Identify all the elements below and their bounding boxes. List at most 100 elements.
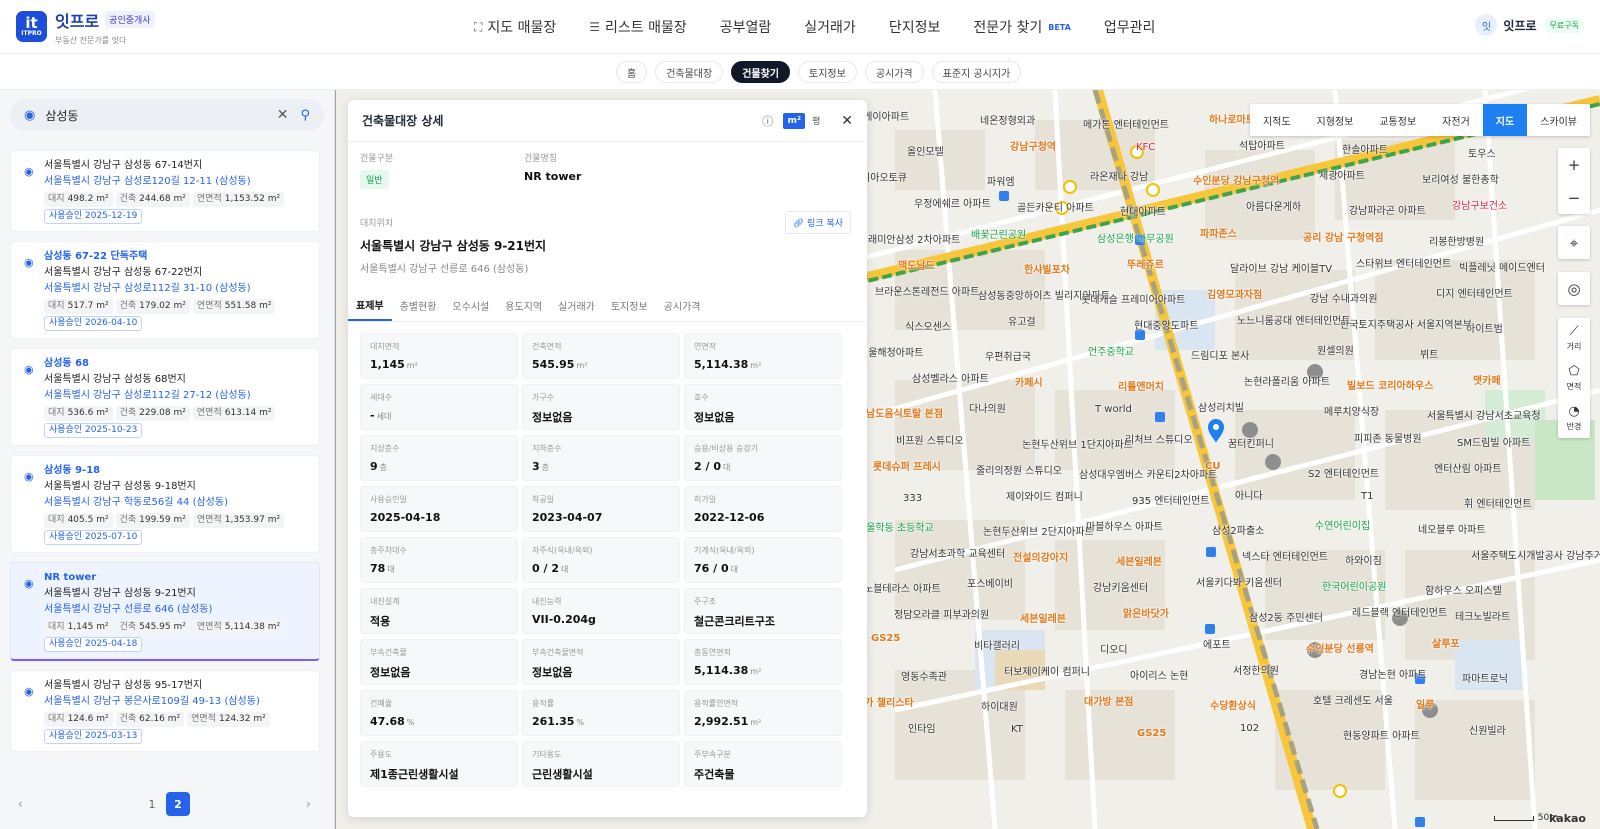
- map-poi-label[interactable]: 카페시: [1015, 374, 1043, 389]
- map-poi-label[interactable]: 뚜레쥬르: [1127, 256, 1164, 271]
- map-poi-label[interactable]: 석탑아파트: [1239, 137, 1285, 152]
- map-poi-label[interactable]: 아이리스 논현: [1130, 667, 1188, 682]
- map-poi-label[interactable]: 세븐일레븐: [1020, 610, 1066, 625]
- map-poi-label[interactable]: T1: [1361, 491, 1373, 502]
- map-poi-label[interactable]: 현대중앙도파트: [1134, 317, 1198, 332]
- map-poi-label[interactable]: 한샤빌포차: [1024, 261, 1070, 276]
- map-poi-label[interactable]: 파파존스: [1200, 225, 1237, 240]
- map-poi-label[interactable]: 빌보드 코리아하우스: [1347, 377, 1433, 392]
- map-poi-label[interactable]: 배꽃근린공원: [971, 226, 1026, 241]
- detail-tab[interactable]: 표제부: [348, 290, 392, 321]
- map-poi-label[interactable]: 리처브 스튜디오: [1125, 431, 1193, 446]
- map-poi-label[interactable]: 꿈터킨퍼니: [1228, 435, 1274, 450]
- map-poi-label[interactable]: 노블테라스 아파트: [864, 580, 941, 595]
- map-poi-label[interactable]: 강남 수내과의원: [1310, 290, 1378, 305]
- map-poi-label[interactable]: CU: [1205, 461, 1220, 472]
- map-poi-label[interactable]: 롯데캐슬 프레미어아파트: [1081, 291, 1185, 306]
- zoom-in-button[interactable]: +: [1558, 148, 1590, 181]
- map-poi-label[interactable]: 식스오센스: [905, 318, 951, 333]
- map-poi-label[interactable]: 골든카운티 아파트: [1017, 199, 1094, 214]
- area-tool[interactable]: ⬠ 면적: [1558, 358, 1590, 398]
- unit-pyeong-button[interactable]: 평: [805, 113, 827, 129]
- result-road-address[interactable]: 서울특별시 강남구 선릉로 646 (삼성동): [44, 602, 309, 618]
- map-poi-label[interactable]: 935 엔터테인먼트: [1132, 492, 1209, 507]
- subnav-public-price[interactable]: 공시가격: [864, 61, 924, 83]
- map-poi-label[interactable]: 삼성대우엠버스 카운티2차아파트: [1079, 466, 1217, 481]
- map-poi-label[interactable]: 올인모텔: [907, 143, 944, 158]
- map-poi-label[interactable]: 언주중학교: [1088, 343, 1134, 358]
- map-type-button[interactable]: 지적도: [1250, 104, 1304, 136]
- radius-tool[interactable]: ◔ 반경: [1558, 398, 1590, 438]
- map-poi-label[interactable]: 인타임: [908, 720, 936, 735]
- map-poi-label[interactable]: 뷔트: [1420, 346, 1438, 361]
- result-road-address[interactable]: 서울특별시 강남구 봉은사로109길 49-13 (삼성동): [44, 694, 309, 710]
- logo[interactable]: it ITPRO 잇프로 공인중개사 부동산 전문가를 잇다: [16, 8, 316, 46]
- result-title[interactable]: 삼성동 67-22 단독주택: [44, 249, 309, 265]
- map-poi-label[interactable]: 일루: [1416, 696, 1434, 711]
- map-poi-label[interactable]: 아름다운게하: [1246, 198, 1301, 213]
- result-card[interactable]: ◉ 삼성동 67-22 단독주택 서울특별시 강남구 삼성동 67-22번지 서울특별…: [10, 241, 320, 339]
- map-poi-label[interactable]: 스타위브 엔터테인먼트: [1356, 255, 1451, 270]
- map-poi-label[interactable]: 유고걸: [1008, 313, 1036, 328]
- map-poi-label[interactable]: 네온정형외과: [980, 112, 1035, 127]
- map-poi-label[interactable]: 메가톤 엔터테인먼트: [1083, 116, 1169, 131]
- map-poi-label[interactable]: 제이와이드 컴퍼니: [1006, 488, 1083, 503]
- map-poi-label[interactable]: 휘 엔터테인먼트: [1464, 495, 1532, 510]
- map-poi-label[interactable]: 브라운스톤레전드 아파트: [875, 283, 979, 298]
- map-poi-label[interactable]: 서울학동 초등학교: [857, 519, 934, 534]
- subnav-building-search[interactable]: 건물찾기: [731, 61, 791, 83]
- page-2[interactable]: 2: [166, 792, 190, 816]
- map-poi-label[interactable]: 세븐일레븐: [1116, 553, 1162, 568]
- map-poi-label[interactable]: 보리여성 불한총학: [1422, 171, 1499, 186]
- result-card[interactable]: ◉ NR tower 서울특별시 강남구 삼성동 9-21번지 서울특별시 강남구 선…: [10, 562, 320, 661]
- result-road-address[interactable]: 서울특별시 강남구 학동로56길 44 (삼성동): [44, 495, 309, 511]
- result-card[interactable]: ◉ 서울특별시 강남구 삼성동 67-14번지 서울특별시 강남구 삼성로120길 …: [10, 150, 320, 232]
- result-title[interactable]: NR tower: [44, 570, 309, 586]
- map-poi-label[interactable]: 아니다: [1235, 487, 1263, 502]
- map-poi-label[interactable]: 신원빌라: [1469, 722, 1506, 737]
- map-type-button[interactable]: 지도: [1482, 104, 1528, 136]
- map-poi-label[interactable]: 논현두산위브 2단지아파트: [983, 523, 1094, 538]
- map-poi-label[interactable]: 리봉한방병원: [1429, 233, 1484, 248]
- map-poi-label[interactable]: 드림디포 본사: [1191, 347, 1249, 362]
- map-poi-label[interactable]: 논현라폴리움 아파트: [1244, 373, 1330, 388]
- map-poi-label[interactable]: 빅플레닛 메이드엔터: [1459, 259, 1545, 274]
- map-poi-label[interactable]: 비타갤러리: [974, 637, 1020, 652]
- map-poi-label[interactable]: 수인분당 선릉역: [1306, 640, 1374, 655]
- map-poi-label[interactable]: 강남키움센터: [1093, 579, 1148, 594]
- subnav-building-register[interactable]: 건축물대장: [655, 61, 724, 83]
- subnav-home[interactable]: 홈: [616, 61, 648, 83]
- map-poi-label[interactable]: 영동수족관: [901, 668, 947, 683]
- map-poi-label[interactable]: 강남구청역: [1010, 138, 1056, 153]
- detail-tab[interactable]: 용도지역: [497, 290, 550, 321]
- map-poi-label[interactable]: 경남논현 아파트: [1359, 666, 1427, 681]
- map-poi-label[interactable]: 하나로마트: [1209, 111, 1255, 126]
- map-poi-label[interactable]: 수당환상식: [1210, 697, 1256, 712]
- map-poi-label[interactable]: 강남구보건소: [1452, 197, 1507, 212]
- map-poi-label[interactable]: 라온재나 강남: [1090, 168, 1148, 183]
- map-poi-label[interactable]: 리틀앤머치: [1118, 378, 1164, 393]
- map-poi-label[interactable]: 102: [1240, 723, 1259, 734]
- map-type-button[interactable]: 교통정보: [1366, 104, 1429, 136]
- map-poi-label[interactable]: 엔터산림 아파트: [1434, 460, 1502, 475]
- distance-tool[interactable]: ⟋ 거리: [1558, 318, 1590, 358]
- result-card[interactable]: ◉ 삼성동 68 서울특별시 강남구 삼성동 68번지 서울특별시 강남구 삼성로11…: [10, 348, 320, 446]
- map-poi-label[interactable]: KT: [1011, 724, 1023, 735]
- detail-tab[interactable]: 층별현황: [392, 290, 445, 321]
- nav-records[interactable]: 공부열람: [720, 17, 772, 37]
- search-input[interactable]: 삼성동: [45, 107, 276, 124]
- map-poi-label[interactable]: 대가방 본점: [1084, 693, 1133, 708]
- map-poi-label[interactable]: 원셀의원: [1317, 342, 1354, 357]
- map-poi-label[interactable]: 레드블랙 엔터테인먼트: [1352, 604, 1447, 619]
- map-poi-label[interactable]: S2 엔터테인먼트: [1308, 465, 1379, 480]
- map-poi-label[interactable]: 전설의강아지: [1013, 549, 1068, 564]
- detail-tab[interactable]: 토지정보: [603, 290, 656, 321]
- map-poi-label[interactable]: 호텔 크레센도 서울: [1313, 692, 1393, 707]
- map-poi-label[interactable]: 함하우스 오피스텔: [1425, 582, 1502, 597]
- map-poi-label[interactable]: 포스베이비: [967, 575, 1013, 590]
- map-poi-label[interactable]: 디오디: [1100, 641, 1128, 656]
- map-poi-label[interactable]: GS25: [1137, 728, 1166, 739]
- result-title[interactable]: 삼성동 9-18: [44, 463, 309, 479]
- map-poi-label[interactable]: 현동양파트 아파트: [1343, 727, 1420, 742]
- nav-complex-info[interactable]: 단지정보: [889, 17, 941, 37]
